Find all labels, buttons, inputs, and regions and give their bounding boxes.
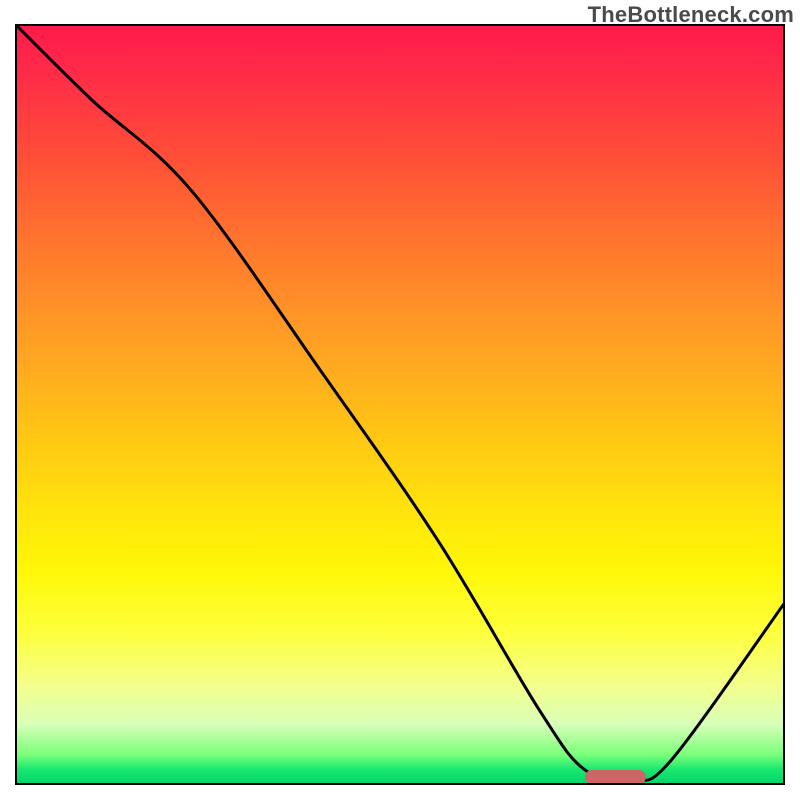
plot-area: [15, 24, 785, 785]
optimal-range-marker: [585, 770, 647, 784]
bottleneck-curve: [15, 24, 785, 780]
chart-container: TheBottleneck.com: [0, 0, 800, 800]
curve-layer: [15, 24, 785, 785]
watermark-text: TheBottleneck.com: [588, 2, 794, 28]
